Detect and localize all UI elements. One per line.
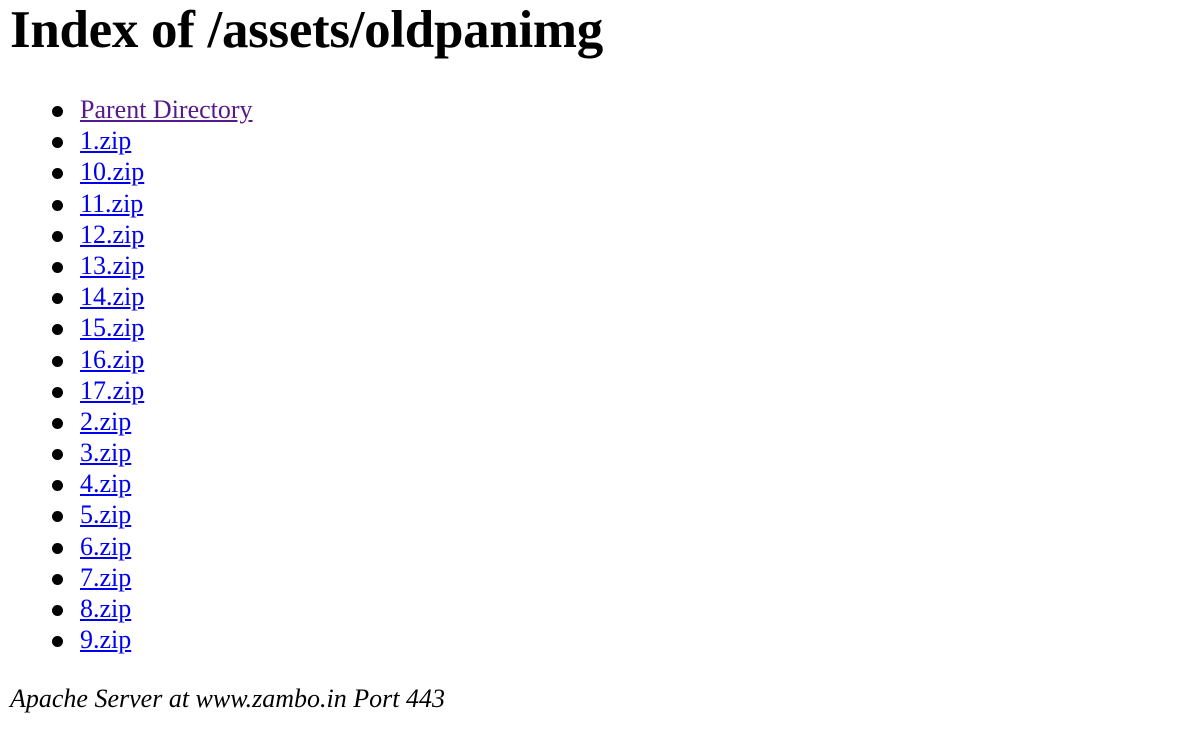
bullet-icon — [52, 480, 63, 492]
list-item: 14.zip — [52, 281, 253, 312]
list-item-parent-directory: Parent Directory — [52, 94, 253, 125]
bullet-icon — [52, 106, 63, 117]
server-signature: Apache Server at www.zambo.in Port 443 — [10, 684, 445, 713]
file-link[interactable]: 8.zip — [80, 594, 131, 623]
bullet-icon — [52, 542, 63, 554]
bullet-icon — [52, 605, 63, 616]
bullet-icon — [52, 168, 63, 180]
file-link[interactable]: 4.zip — [80, 469, 131, 498]
file-link[interactable]: 13.zip — [80, 251, 144, 280]
list-item: 15.zip — [52, 312, 253, 343]
bullet-icon — [52, 261, 63, 273]
list-item: 12.zip — [52, 219, 253, 250]
bullet-icon — [52, 386, 63, 398]
file-link[interactable]: 9.zip — [80, 625, 131, 654]
file-link[interactable]: 1.zip — [80, 126, 131, 155]
file-link[interactable]: 16.zip — [80, 345, 144, 374]
list-item: 17.zip — [52, 375, 253, 406]
file-link[interactable]: 6.zip — [80, 532, 131, 561]
bullet-icon — [52, 573, 63, 585]
file-link[interactable]: 5.zip — [80, 500, 131, 529]
file-link[interactable]: 2.zip — [80, 407, 131, 436]
list-item: 5.zip — [52, 499, 253, 530]
bullet-icon — [52, 449, 63, 461]
file-list: Parent Directory 1.zip 10.zip 11.zip 12.zip 1… — [0, 94, 253, 655]
list-item: 6.zip — [52, 531, 253, 562]
file-link[interactable]: 17.zip — [80, 376, 144, 405]
bullet-icon — [52, 511, 63, 523]
list-item: 13.zip — [52, 250, 253, 281]
bullet-icon — [52, 230, 63, 242]
bullet-icon — [52, 293, 63, 305]
list-item: 8.zip — [52, 593, 253, 624]
file-link[interactable]: 11.zip — [80, 189, 143, 218]
list-item: 3.zip — [52, 437, 253, 468]
list-item: 7.zip — [52, 562, 253, 593]
list-item: 4.zip — [52, 468, 253, 499]
file-link[interactable]: 12.zip — [80, 220, 144, 249]
bullet-icon — [52, 355, 63, 367]
list-item: 2.zip — [52, 406, 253, 437]
page-title: Index of /assets/oldpanimg — [10, 1, 603, 59]
list-item: 9.zip — [52, 624, 253, 655]
list-item: 16.zip — [52, 344, 253, 375]
bullet-icon — [52, 636, 63, 648]
bullet-icon — [52, 324, 63, 336]
list-item: 1.zip — [52, 125, 253, 156]
list-item: 11.zip — [52, 188, 253, 219]
list-item: 10.zip — [52, 156, 253, 187]
file-link[interactable]: 10.zip — [80, 157, 144, 186]
bullet-icon — [52, 417, 63, 429]
file-link[interactable]: 15.zip — [80, 313, 144, 342]
parent-directory-link[interactable]: Parent Directory — [80, 95, 253, 124]
file-link[interactable]: 7.zip — [80, 563, 131, 592]
file-link[interactable]: 14.zip — [80, 282, 144, 311]
bullet-icon — [52, 199, 63, 211]
file-link[interactable]: 3.zip — [80, 438, 131, 467]
bullet-icon — [52, 137, 63, 149]
